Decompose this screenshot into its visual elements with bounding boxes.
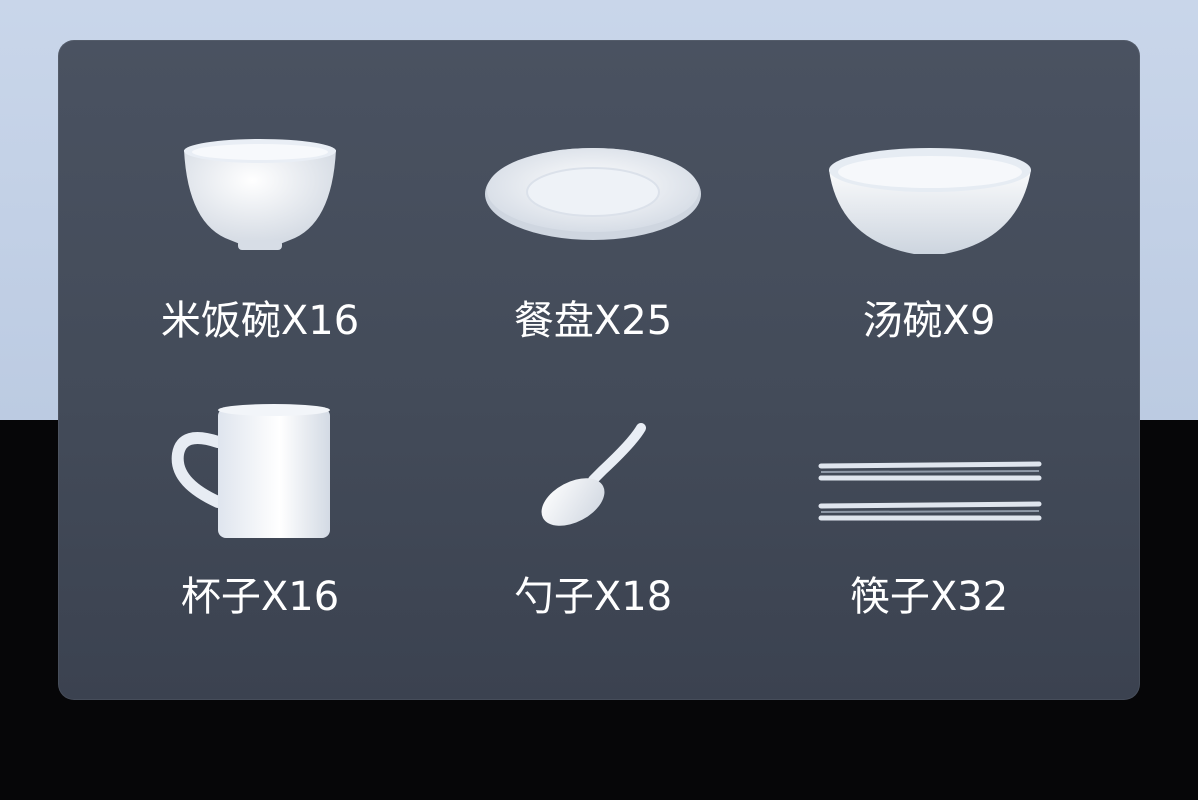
item-chopsticks: 筷子X32 [769, 402, 1089, 662]
item-label: 勺子X18 [513, 574, 673, 620]
item-label: 餐盘X25 [513, 298, 673, 344]
item-spoon: 勺子X18 [433, 402, 753, 662]
plate-icon [485, 148, 701, 240]
soup-bowl-icon [829, 148, 1031, 254]
item-label: 筷子X32 [849, 574, 1009, 620]
rice-bowl-icon [184, 139, 336, 250]
item-plate: 餐盘X25 [433, 130, 753, 390]
item-label: 米饭碗X16 [160, 298, 360, 344]
item-rice-bowl: 米饭碗X16 [100, 130, 420, 390]
item-label: 杯子X16 [180, 574, 340, 620]
tableware-panel: 米饭碗X16 餐盘X25 汤碗X9 杯子X16 勺子X18 筷子X32 [58, 40, 1140, 700]
spoon-icon [541, 423, 646, 526]
mug-icon [171, 404, 330, 538]
item-label: 汤碗X9 [862, 298, 996, 344]
item-mug: 杯子X16 [100, 402, 420, 662]
chopsticks-icon [818, 461, 1042, 521]
item-soup-bowl: 汤碗X9 [769, 130, 1089, 390]
